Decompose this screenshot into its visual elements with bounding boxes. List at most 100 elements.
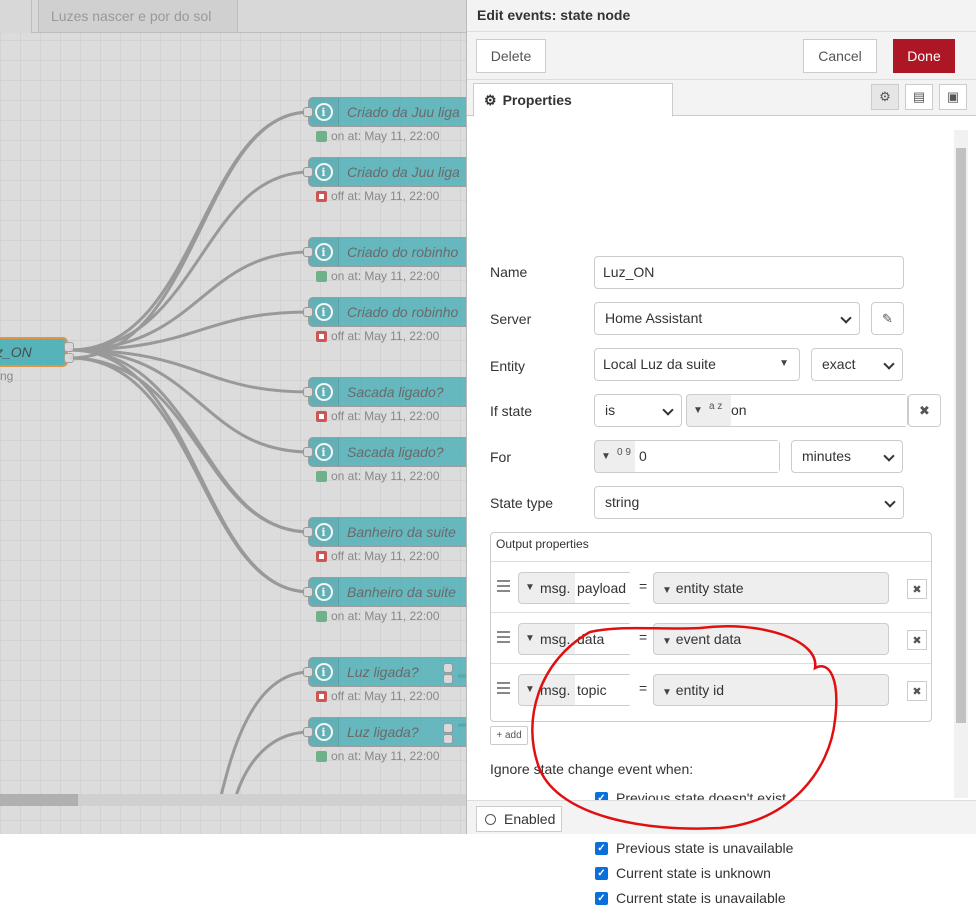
node-status-text: on at: May 11, 22:00 bbox=[331, 609, 440, 623]
output-port[interactable] bbox=[64, 353, 74, 363]
node-icon-box: i bbox=[309, 98, 339, 126]
msg-prefix: msg. bbox=[540, 682, 571, 698]
ignore-option[interactable]: ✓ Current state is unknown bbox=[595, 865, 771, 881]
remove-row-x-icon[interactable]: ✖ bbox=[907, 681, 927, 701]
node-status-text: on at: May 11, 22:00 bbox=[331, 469, 440, 483]
msg-property-input[interactable]: ▼ msg. topic bbox=[518, 674, 632, 706]
output-value-select[interactable]: ▼ event data bbox=[653, 623, 889, 655]
ifstate-typed-input[interactable]: ▼ a z on bbox=[686, 394, 908, 427]
flow-node[interactable]: i Sacada ligado? bbox=[308, 377, 470, 407]
input-port[interactable] bbox=[303, 447, 313, 457]
description-doc-icon[interactable]: ▤ bbox=[905, 84, 933, 110]
output-port[interactable] bbox=[443, 663, 453, 673]
node-status-text: off at: May 11, 22:00 bbox=[331, 409, 440, 423]
tray-footer: Enabled bbox=[467, 800, 976, 834]
name-input[interactable]: Luz_ON bbox=[594, 256, 904, 289]
caret-down-icon[interactable]: ▼ bbox=[662, 636, 672, 647]
flow-node[interactable]: i Criado do robinho bbox=[308, 237, 470, 267]
cancel-button[interactable]: Cancel bbox=[803, 39, 877, 73]
ignore-option-label: Current state is unavailable bbox=[616, 890, 786, 906]
output-value-select[interactable]: ▼ entity state bbox=[653, 572, 889, 604]
done-button[interactable]: Done bbox=[893, 39, 955, 73]
enabled-toggle[interactable]: Enabled bbox=[476, 806, 562, 832]
flow-node[interactable]: i Sacada ligado? bbox=[308, 437, 470, 467]
drag-handle-icon[interactable] bbox=[497, 580, 510, 595]
ignore-option[interactable]: ✓ Previous state is unavailable bbox=[595, 840, 793, 856]
caret-down-icon[interactable]: ▼ bbox=[525, 684, 535, 695]
flow-workspace[interactable]: Luzes nascer e por do sol z_ON ng iCriad… bbox=[0, 0, 470, 834]
for-unit-select[interactable]: minutes bbox=[791, 440, 903, 473]
entity-combobox-value: Local Luz da suite bbox=[603, 356, 716, 372]
caret-down-icon[interactable]: ▼ bbox=[525, 633, 535, 644]
flow-node-label: Criado da Juu liga bbox=[347, 104, 460, 120]
input-port[interactable] bbox=[303, 587, 313, 597]
delete-button[interactable]: Delete bbox=[476, 39, 546, 73]
node-status-text: on at: May 11, 22:00 bbox=[331, 269, 440, 283]
output-port[interactable] bbox=[64, 342, 74, 352]
ifstate-operator-select[interactable]: is bbox=[594, 394, 682, 427]
drag-handle-icon[interactable] bbox=[497, 682, 510, 697]
input-port[interactable] bbox=[303, 307, 313, 317]
flow-node[interactable]: i Criado da Juu liga bbox=[308, 97, 470, 127]
remove-row-x-icon[interactable]: ✖ bbox=[907, 630, 927, 650]
flow-node[interactable]: i Criado da Juu liga bbox=[308, 157, 470, 187]
entity-label: Entity bbox=[490, 358, 526, 374]
caret-down-icon[interactable]: ▼ bbox=[693, 405, 703, 416]
input-port[interactable] bbox=[303, 247, 313, 257]
node-icon-box: i bbox=[309, 718, 339, 746]
node-icon-box: i bbox=[309, 298, 339, 326]
caret-down-icon[interactable]: ▼ bbox=[662, 585, 672, 596]
output-port[interactable] bbox=[443, 674, 453, 684]
settings-gear-icon[interactable]: ⚙ bbox=[871, 84, 899, 110]
workspace-horizontal-scrollbar[interactable] bbox=[0, 794, 470, 806]
scrollbar-thumb[interactable] bbox=[0, 794, 78, 806]
server-select[interactable]: Home Assistant bbox=[594, 302, 860, 335]
node-status-text: off at: May 11, 22:00 bbox=[331, 549, 440, 563]
drag-handle-icon[interactable] bbox=[497, 631, 510, 646]
output-value-select[interactable]: ▼ entity id bbox=[653, 674, 889, 706]
node-status: on at: May 11, 22:00 bbox=[316, 269, 440, 283]
flow-node-label: Criado do robinho bbox=[347, 244, 459, 260]
input-port[interactable] bbox=[303, 667, 313, 677]
tab-properties[interactable]: ⚙ Properties bbox=[473, 83, 673, 117]
clear-ifstate-x-icon[interactable]: ✖ bbox=[908, 394, 941, 427]
input-port[interactable] bbox=[303, 727, 313, 737]
flow-node[interactable]: i Criado do robinho bbox=[308, 297, 470, 327]
input-port[interactable] bbox=[303, 167, 313, 177]
flow-node[interactable]: i Banheiro da suite bbox=[308, 577, 470, 607]
tray-vertical-scrollbar[interactable] bbox=[954, 130, 968, 798]
caret-down-icon[interactable]: ▼ bbox=[601, 451, 611, 462]
statetype-select[interactable]: string bbox=[594, 486, 904, 519]
add-output-button[interactable]: + add bbox=[490, 726, 528, 745]
checkbox[interactable]: ✓ bbox=[595, 841, 608, 855]
ignore-option[interactable]: ✓ Current state is unavailable bbox=[595, 890, 786, 906]
source-node[interactable]: z_ON bbox=[0, 337, 74, 367]
for-typed-input[interactable]: ▼ 0 9 0 bbox=[594, 440, 780, 473]
input-port[interactable] bbox=[303, 387, 313, 397]
appearance-frame-icon[interactable]: ▣ bbox=[939, 84, 967, 110]
node-status-text: off at: May 11, 22:00 bbox=[331, 189, 440, 203]
edit-server-pencil-icon[interactable]: ✎ bbox=[871, 302, 904, 335]
ifstate-value: on bbox=[731, 395, 907, 426]
entity-match-select[interactable]: exact bbox=[811, 348, 903, 381]
checkbox[interactable]: ✓ bbox=[595, 891, 608, 905]
node-status-text: off at: May 11, 22:00 bbox=[331, 329, 440, 343]
msg-property-input[interactable]: ▼ msg. payload bbox=[518, 572, 632, 604]
caret-down-icon[interactable]: ▼ bbox=[662, 687, 672, 698]
node-icon-box: i bbox=[309, 518, 339, 546]
msg-property-input[interactable]: ▼ msg. data bbox=[518, 623, 632, 655]
entity-combobox[interactable]: Local Luz da suite ▼ bbox=[594, 348, 800, 381]
node-icon-box: i bbox=[309, 578, 339, 606]
status-dot-icon bbox=[316, 330, 327, 342]
flow-node[interactable]: i Banheiro da suite bbox=[308, 517, 470, 547]
remove-row-x-icon[interactable]: ✖ bbox=[907, 579, 927, 599]
ignore-option-label: Current state is unknown bbox=[616, 865, 771, 881]
checkbox[interactable]: ✓ bbox=[595, 866, 608, 880]
output-port[interactable] bbox=[443, 723, 453, 733]
scrollbar-thumb[interactable] bbox=[956, 148, 966, 723]
output-port[interactable] bbox=[443, 734, 453, 744]
input-port[interactable] bbox=[303, 527, 313, 537]
input-port[interactable] bbox=[303, 107, 313, 117]
caret-down-icon[interactable]: ▼ bbox=[525, 582, 535, 593]
status-dot-icon bbox=[316, 550, 327, 562]
